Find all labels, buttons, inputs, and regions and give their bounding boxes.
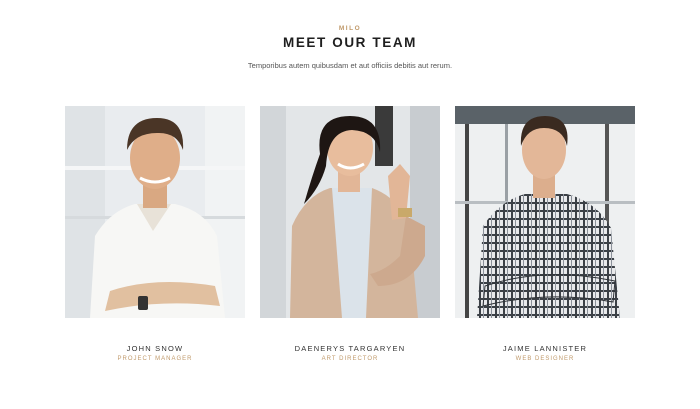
portrait-illustration: [260, 106, 440, 318]
member-name: JOHN SNOW: [126, 344, 184, 353]
section-eyebrow: MILO: [338, 25, 362, 32]
section-title: MEET OUR TEAM: [282, 35, 418, 50]
team-card[interactable]: JOHN SNOW PROJECT MANAGER: [65, 106, 245, 362]
member-name: JAIME LANNISTER: [502, 344, 588, 353]
team-card[interactable]: JAIME LANNISTER WEB DESIGNER: [455, 106, 635, 362]
portrait-illustration: [65, 106, 245, 318]
man-white-shirt-photo[interactable]: [65, 106, 245, 318]
member-role: PROJECT MANAGER: [117, 356, 193, 362]
portrait-illustration: [455, 106, 635, 318]
member-role: WEB DESIGNER: [515, 356, 575, 362]
member-name: DAENERYS TARGARYEN: [294, 344, 406, 353]
woman-beige-blazer-photo[interactable]: [260, 106, 440, 318]
section-subtitle: Temporibus autem quibusdam et aut offici…: [247, 61, 453, 70]
man-plaid-shirt-photo[interactable]: [455, 106, 635, 318]
team-card[interactable]: DAENERYS TARGARYEN ART DIRECTOR: [260, 106, 440, 362]
team-section: MILO MEET OUR TEAM Temporibus autem quib…: [0, 0, 700, 409]
member-role: ART DIRECTOR: [321, 356, 379, 362]
